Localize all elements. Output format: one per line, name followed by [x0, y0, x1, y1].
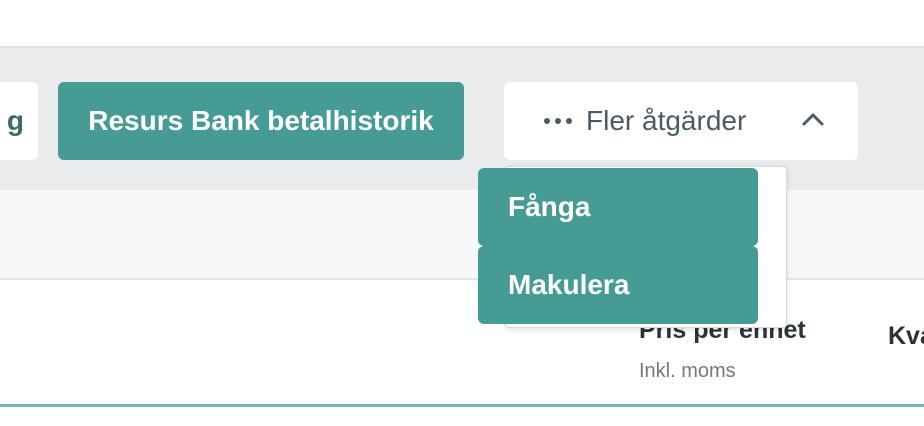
chevron-up-icon	[802, 113, 824, 126]
price-sublabel: Inkl. moms	[639, 360, 736, 382]
ellipsis-icon	[544, 118, 572, 124]
accent-divider	[0, 404, 924, 407]
resurs-bank-history-label: Resurs Bank betalhistorik	[88, 105, 434, 136]
menu-item-capture-label: Fånga	[508, 191, 591, 222]
resurs-bank-history-button[interactable]: Resurs Bank betalhistorik	[58, 82, 464, 160]
menu-item-capture[interactable]: Fånga	[478, 168, 758, 246]
more-actions-button[interactable]: Fler åtgärder	[504, 82, 858, 160]
top-area	[0, 0, 924, 46]
menu-item-void-label: Makulera	[508, 269, 630, 300]
page: g Resurs Bank betalhistorik Fler åtgärde…	[0, 0, 924, 426]
quantity-header: Kva	[888, 322, 924, 350]
menu-item-void[interactable]: Makulera	[478, 246, 758, 324]
partial-action-button[interactable]: g	[0, 82, 38, 160]
partial-action-label: g	[6, 105, 24, 136]
more-actions-label: Fler åtgärder	[586, 105, 747, 136]
